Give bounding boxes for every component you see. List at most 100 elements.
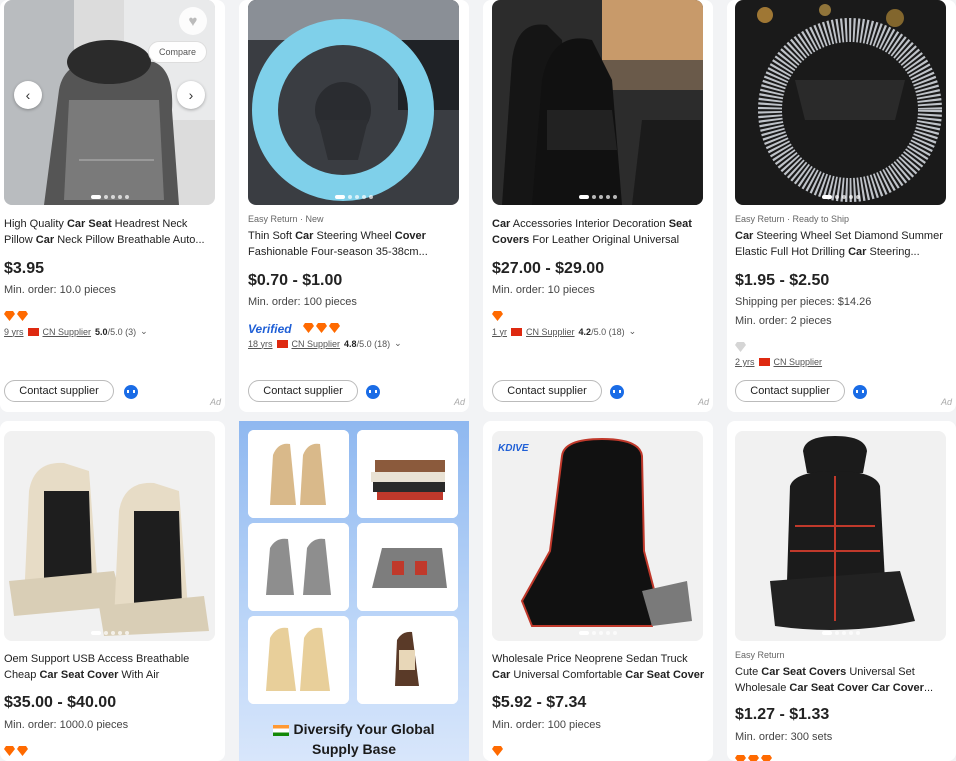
- promo-tile[interactable]: [248, 616, 349, 704]
- chevron-down-icon[interactable]: ⌄: [394, 338, 402, 349]
- image-carousel-dots: [821, 631, 860, 635]
- title-keyword: Car: [35, 234, 55, 246]
- product-title[interactable]: High Quality Car Seat Headrest Neck Pill…: [4, 216, 219, 248]
- title-keyword: Car Seat: [66, 218, 112, 230]
- product-image[interactable]: KDIVE: [492, 431, 703, 641]
- supplier-rating: 4.8: [344, 338, 357, 349]
- title-keyword: Car: [848, 246, 867, 258]
- image-carousel-dots: [90, 631, 129, 635]
- supplier-country[interactable]: CN Supplier: [43, 327, 92, 337]
- product-image[interactable]: [735, 431, 946, 641]
- product-price: $27.00 - $29.00: [492, 260, 605, 277]
- chat-icon[interactable]: [366, 385, 380, 399]
- image-carousel-dots: [334, 195, 373, 199]
- product-image[interactable]: [735, 0, 946, 205]
- image-carousel-dots: [578, 195, 617, 199]
- title-text: Cute: [735, 666, 762, 678]
- china-flag-icon: [758, 358, 770, 366]
- title-keyword: Car: [492, 218, 511, 230]
- contact-supplier-button[interactable]: Contact supplier: [248, 380, 358, 402]
- title-text: Wholesale Price Neoprene Sedan Truck: [492, 653, 688, 665]
- chat-icon[interactable]: [853, 385, 867, 399]
- supplier-country[interactable]: CN Supplier: [774, 357, 823, 367]
- favorite-heart-icon[interactable]: ♥: [179, 7, 207, 35]
- supplier-diamond-rating: [492, 746, 503, 756]
- product-card[interactable]: Easy Return · Ready to Ship Car Steering…: [727, 0, 956, 412]
- supplier-diamond-rating: [735, 755, 772, 761]
- promo-heading[interactable]: Diversify Your Global Supply Base: [239, 719, 469, 759]
- supplier-rating: 4.2: [578, 326, 592, 337]
- min-order: Min. order: 1000.0 pieces: [4, 719, 129, 731]
- product-title[interactable]: Thin Soft Car Steering Wheel Cover Fashi…: [248, 228, 463, 260]
- supplier-rating-total: /5.0 (18): [591, 326, 625, 337]
- product-card[interactable]: Easy Return Cute Car Seat Covers Univers…: [727, 421, 956, 761]
- carousel-prev-arrow-icon[interactable]: ‹: [14, 81, 42, 109]
- product-price: $3.95: [4, 260, 45, 277]
- ad-label: Ad: [697, 397, 709, 407]
- title-keyword: Car Seat Cover: [625, 669, 705, 681]
- chat-icon[interactable]: [124, 385, 138, 399]
- supplier-years[interactable]: 2 yrs: [735, 357, 755, 367]
- china-flag-icon: [276, 339, 288, 348]
- promo-tile[interactable]: [357, 430, 458, 518]
- promo-tile[interactable]: [248, 430, 349, 518]
- supplier-years[interactable]: 1 yr: [492, 327, 507, 337]
- promo-tile[interactable]: [357, 523, 458, 611]
- min-order: Min. order: 10.0 pieces: [4, 284, 116, 296]
- chat-icon[interactable]: [610, 385, 624, 399]
- carousel-next-arrow-icon[interactable]: ›: [177, 81, 205, 109]
- product-image[interactable]: [248, 0, 459, 205]
- promo-banner[interactable]: Diversify Your Global Supply Base: [239, 421, 469, 761]
- supplier-info[interactable]: 1 yr CN Supplier 4.2/5.0 (18) ⌄: [492, 326, 636, 337]
- supplier-country[interactable]: CN Supplier: [526, 327, 575, 337]
- product-price: $35.00 - $40.00: [4, 694, 117, 711]
- product-title[interactable]: Car Steering Wheel Set Diamond Summer El…: [735, 228, 950, 260]
- product-image[interactable]: ♥ Compare ‹ ›: [4, 0, 215, 205]
- product-card[interactable]: ♥ Compare ‹ › High Quality Car Seat Head…: [0, 0, 225, 412]
- title-text: ...: [923, 682, 934, 694]
- chevron-down-icon[interactable]: ⌄: [140, 326, 148, 337]
- supplier-info[interactable]: 18 yrs CN Supplier 4.8/5.0 (18) ⌄: [248, 338, 402, 349]
- supplier-years[interactable]: 9 yrs: [4, 327, 24, 337]
- promo-line-2: Supply Base: [311, 741, 397, 757]
- image-carousel-dots: [90, 195, 129, 199]
- supplier-diamond-rating: [303, 323, 340, 333]
- contact-supplier-button[interactable]: Contact supplier: [735, 380, 845, 402]
- product-title[interactable]: Cute Car Seat Covers Universal Set Whole…: [735, 664, 950, 696]
- contact-supplier-button[interactable]: Contact supplier: [492, 380, 602, 402]
- product-title[interactable]: Oem Support USB Access Breathable Cheap …: [4, 651, 219, 683]
- image-carousel-dots: [821, 195, 860, 199]
- title-text: For Leather Original Universal: [529, 234, 680, 246]
- product-image[interactable]: [4, 431, 215, 641]
- contact-supplier-button[interactable]: Contact supplier: [4, 380, 114, 402]
- product-tags: Easy Return: [735, 650, 785, 660]
- title-text: High Quality: [4, 218, 67, 230]
- compare-button[interactable]: Compare: [147, 41, 207, 63]
- product-image[interactable]: [492, 0, 703, 205]
- promo-tile[interactable]: [357, 616, 458, 704]
- title-keyword: Car: [492, 669, 511, 681]
- min-order: Min. order: 10 pieces: [492, 284, 595, 296]
- promo-tile[interactable]: [248, 523, 349, 611]
- product-title[interactable]: Wholesale Price Neoprene Sedan Truck Car…: [492, 651, 707, 683]
- product-tags: Easy Return · New: [248, 214, 324, 224]
- product-card[interactable]: Oem Support USB Access Breathable Cheap …: [0, 421, 225, 761]
- promo-line-1: Diversify Your Global: [293, 721, 435, 737]
- supplier-info[interactable]: 2 yrs CN Supplier: [735, 357, 822, 367]
- image-carousel-dots: [578, 631, 617, 635]
- supplier-years[interactable]: 18 yrs: [248, 339, 273, 349]
- china-flag-icon: [27, 327, 39, 336]
- india-flag-icon: [273, 724, 290, 736]
- supplier-rating-total: /5.0 (18): [356, 338, 391, 349]
- supplier-rating-total: /5.0 (3): [107, 326, 137, 337]
- ad-label: Ad: [453, 397, 465, 407]
- product-card[interactable]: Easy Return · New Thin Soft Car Steering…: [239, 0, 469, 412]
- product-card[interactable]: Car Accessories Interior Decoration Seat…: [483, 0, 713, 412]
- supplier-info[interactable]: 9 yrs CN Supplier 5.0/5.0 (3) ⌄: [4, 326, 148, 337]
- supplier-country[interactable]: CN Supplier: [292, 339, 341, 349]
- product-title[interactable]: Car Accessories Interior Decoration Seat…: [492, 216, 707, 248]
- chevron-down-icon[interactable]: ⌄: [629, 326, 637, 337]
- ad-label: Ad: [209, 397, 221, 407]
- product-card[interactable]: KDIVE Wholesale Price Neoprene Sedan Tru…: [483, 421, 713, 761]
- title-text: Neck Pillow Breathable Auto...: [54, 234, 205, 246]
